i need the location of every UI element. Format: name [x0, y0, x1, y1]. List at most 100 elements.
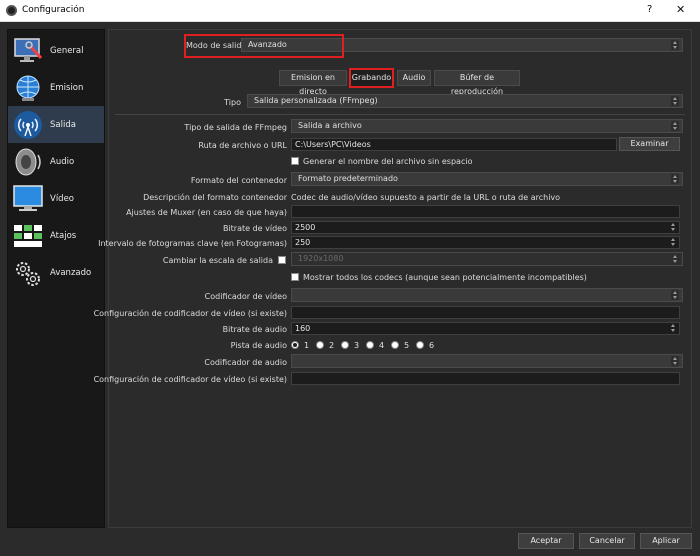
audio-encoder-settings-input[interactable]	[291, 372, 680, 385]
chevron-updown-icon	[671, 356, 679, 366]
container-desc-value: Codec de audio/vídeo supuesto a partir d…	[291, 193, 561, 202]
video-encoder-label: Codificador de vídeo	[204, 292, 287, 301]
title-bar: Configuración ? ✕	[0, 0, 700, 22]
audio-encoder-select[interactable]	[291, 354, 683, 368]
audio-track-label: Pista de audio	[230, 341, 287, 350]
show-all-codecs-checkbox[interactable]	[291, 273, 299, 281]
cancel-button[interactable]: Cancelar	[579, 533, 635, 549]
apply-button[interactable]: Aplicar	[640, 533, 692, 549]
audio-encoder-label: Codificador de audio	[204, 358, 287, 367]
file-path-label: Ruta de archivo o URL	[198, 141, 287, 150]
gears-icon	[11, 256, 45, 290]
rescale-select[interactable]: 1920x1080	[291, 252, 683, 266]
audio-track-radio-5[interactable]	[391, 341, 399, 349]
container-format-value: Formato predeterminado	[298, 174, 398, 183]
globe-icon	[11, 71, 45, 105]
rescale-checkbox[interactable]	[278, 256, 286, 264]
container-format-label: Formato del contenedor	[190, 176, 287, 185]
tipo-select[interactable]: Salida personalizada (FFmpeg)	[247, 94, 683, 108]
ffmpeg-output-type-label: Tipo de salida de FFmpeg	[184, 123, 287, 132]
window-title: Configuración	[22, 5, 85, 15]
settings-sidebar: General Emision Salida Audio Vídeo Atajo…	[7, 29, 105, 528]
audio-track-option-label: 6	[429, 341, 435, 350]
video-bitrate-spinbox[interactable]: 2500	[291, 221, 680, 234]
help-button[interactable]: ?	[647, 4, 652, 15]
keyboard-icon	[11, 219, 45, 253]
sidebar-item-general[interactable]: General	[8, 32, 104, 69]
sidebar-item-label: Atajos	[50, 230, 77, 241]
sidebar-item-label: General	[50, 45, 84, 56]
sidebar-item-label: Vídeo	[50, 193, 75, 204]
rescale-label: Cambiar la escala de salida	[162, 256, 273, 265]
tab-bufer-de-reproduccion[interactable]: Búfer de reproducción	[434, 70, 520, 96]
container-desc-label: Descripción del formato contenedor	[143, 193, 287, 202]
monitor-icon	[11, 182, 45, 216]
audio-track-radio-6[interactable]	[416, 341, 424, 349]
sidebar-item-salida[interactable]: Salida	[8, 106, 104, 143]
audio-track-option-label: 5	[404, 341, 410, 350]
rescale-value: 1920x1080	[298, 254, 344, 263]
audio-track-option-label: 1	[304, 341, 310, 350]
show-all-codecs-label: Mostrar todos los codecs (aunque sean po…	[303, 273, 587, 282]
monitor-wrench-icon	[11, 34, 45, 68]
chevron-updown-icon	[671, 96, 679, 106]
settings-panel: Modo de salida Avanzado Emision en direc…	[94, 29, 692, 528]
chevron-updown-icon	[671, 40, 679, 50]
container-format-select[interactable]: Formato predeterminado	[291, 172, 683, 186]
audio-track-radio-2[interactable]	[316, 341, 324, 349]
file-path-input[interactable]: C:\Users\PC\Videos	[291, 138, 617, 151]
audio-bitrate-spinbox[interactable]: 160	[291, 322, 680, 335]
spin-arrows-icon[interactable]	[669, 238, 677, 247]
chevron-updown-icon	[671, 290, 679, 300]
section-divider	[115, 114, 685, 115]
muxer-settings-label: Ajustes de Muxer (en caso de que haya)	[126, 208, 287, 217]
tab-audio[interactable]: Audio	[397, 70, 431, 86]
speaker-icon	[11, 145, 45, 179]
ffmpeg-output-type-select[interactable]: Salida a archivo	[291, 119, 683, 133]
no-space-checkbox[interactable]	[291, 157, 299, 165]
audio-track-option-label: 4	[379, 341, 385, 350]
sidebar-item-atajos[interactable]: Atajos	[8, 217, 104, 254]
spin-arrows-icon[interactable]	[669, 223, 677, 232]
audio-track-radio-4[interactable]	[366, 341, 374, 349]
video-bitrate-label: Bitrate de vídeo	[222, 224, 287, 233]
chevron-updown-icon	[671, 121, 679, 131]
sidebar-item-label: Audio	[50, 156, 75, 167]
obs-logo-icon	[6, 5, 17, 16]
muxer-settings-input[interactable]	[291, 205, 680, 218]
no-space-label: Generar el nombre del archivo sin espaci…	[303, 157, 473, 166]
highlight-output-mode	[184, 34, 344, 58]
browse-button[interactable]: Examinar	[619, 137, 680, 151]
sidebar-item-video[interactable]: Vídeo	[8, 180, 104, 217]
audio-track-option-label: 3	[354, 341, 360, 350]
sidebar-item-label: Emision	[50, 82, 84, 93]
video-encoder-settings-label: Configuración de codificador de vídeo (s…	[93, 309, 287, 318]
video-bitrate-value: 2500	[295, 223, 316, 232]
audio-track-radio-3[interactable]	[341, 341, 349, 349]
chevron-down-icon	[671, 254, 679, 264]
sidebar-item-avanzado[interactable]: Avanzado	[8, 254, 104, 291]
tab-grabando[interactable]: Grabando	[349, 68, 394, 88]
close-button[interactable]: ✕	[676, 3, 685, 16]
audio-track-radio-1[interactable]	[291, 341, 299, 349]
sidebar-item-label: Avanzado	[50, 267, 92, 278]
video-encoder-settings-input[interactable]	[291, 306, 680, 319]
sidebar-item-emision[interactable]: Emision	[8, 69, 104, 106]
video-encoder-select[interactable]	[291, 288, 683, 302]
audio-encoder-settings-label: Configuración de codificador de vídeo (s…	[93, 375, 287, 384]
keyframe-interval-value: 250	[295, 238, 311, 247]
keyframe-interval-label: Intervalo de fotogramas clave (en Fotogr…	[98, 239, 287, 248]
chevron-updown-icon	[671, 174, 679, 184]
audio-bitrate-value: 160	[295, 324, 311, 333]
keyframe-interval-spinbox[interactable]: 250	[291, 236, 680, 249]
ffmpeg-output-type-value: Salida a archivo	[298, 121, 362, 130]
sidebar-item-label: Salida	[50, 119, 76, 130]
sidebar-item-audio[interactable]: Audio	[8, 143, 104, 180]
spin-arrows-icon[interactable]	[669, 324, 677, 333]
tab-emision-en-directo[interactable]: Emision en directo	[279, 70, 347, 96]
audio-bitrate-label: Bitrate de audio	[222, 325, 287, 334]
tipo-value: Salida personalizada (FFmpeg)	[254, 96, 378, 105]
broadcast-icon	[11, 108, 45, 142]
tipo-label: Tipo	[224, 98, 241, 107]
accept-button[interactable]: Aceptar	[518, 533, 574, 549]
